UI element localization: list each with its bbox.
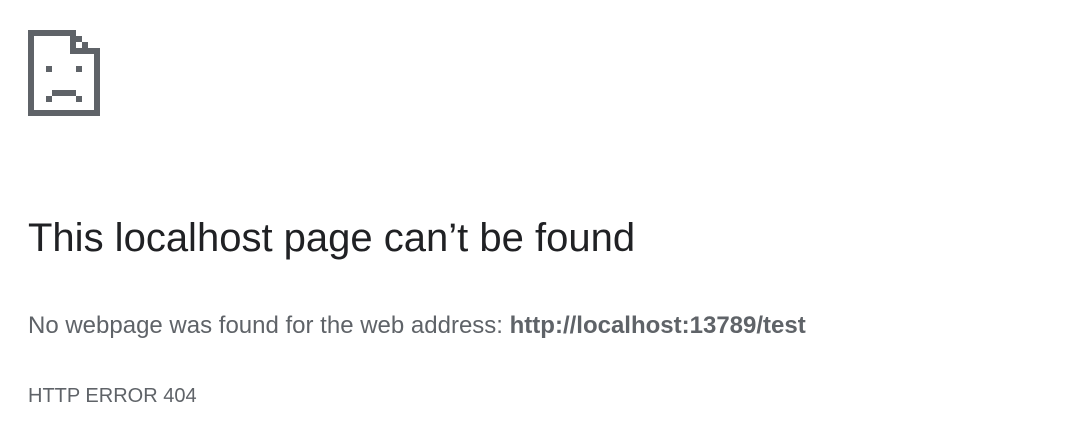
web-address: http://localhost:13789/test (509, 312, 806, 339)
page-title: This localhost page can’t be found (28, 216, 636, 260)
error-message-text: No webpage was found for the web address… (28, 312, 503, 339)
error-code: HTTP ERROR 404 (28, 385, 197, 407)
error-message: No webpage was found for the web address… (28, 310, 806, 342)
sad-page-icon (28, 30, 100, 116)
